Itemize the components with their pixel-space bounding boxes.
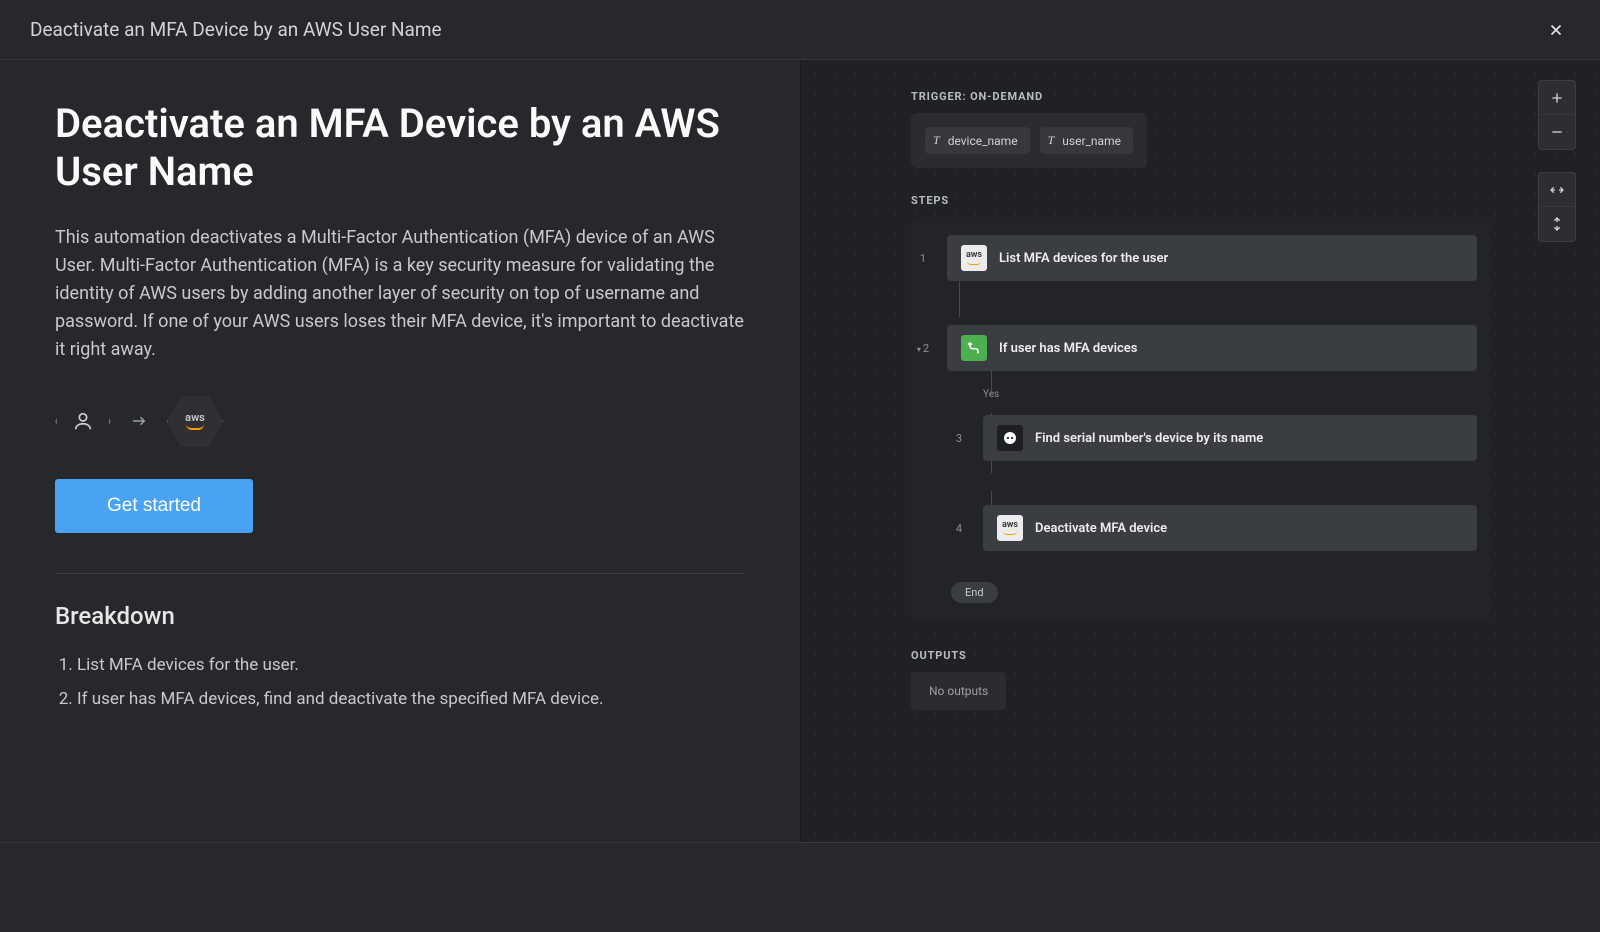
step-number: 3: [947, 432, 971, 445]
close-button[interactable]: [1542, 16, 1570, 44]
step-row[interactable]: 2 If user has MFA devices: [911, 325, 1477, 371]
user-hex-icon: [55, 393, 111, 449]
aws-hex-icon: aws: [167, 393, 223, 449]
person-icon: [72, 410, 94, 432]
step-number: 2: [911, 342, 935, 355]
action-icon: [997, 425, 1023, 451]
end-node[interactable]: End: [951, 582, 998, 603]
branch-label-yes: Yes: [983, 389, 999, 400]
step-label: If user has MFA devices: [999, 341, 1137, 356]
step-row[interactable]: 1 aws List MFA devices for the user: [911, 235, 1477, 281]
condition-icon: [961, 335, 987, 361]
divider: [55, 573, 745, 574]
outputs-empty-state: No outputs: [911, 672, 1006, 710]
trigger-param-chip[interactable]: Tdevice_name: [925, 127, 1030, 154]
steps-card: 1 aws List MFA devices for the user 2: [911, 217, 1491, 621]
step-label: Deactivate MFA device: [1035, 521, 1167, 536]
breakdown-heading: Breakdown: [55, 602, 745, 630]
close-icon: [1547, 21, 1565, 39]
workflow-canvas[interactable]: TRIGGER: ON-DEMAND Tdevice_name Tuser_na…: [800, 60, 1600, 842]
step-number: 1: [911, 252, 935, 265]
step-row[interactable]: Yes 3 Find serial number's device by its…: [911, 415, 1477, 461]
trigger-param-chip[interactable]: Tuser_name: [1040, 127, 1133, 154]
breakdown-list: List MFA devices for the user. If user h…: [55, 648, 745, 716]
trigger-card[interactable]: Tdevice_name Tuser_name: [911, 113, 1147, 168]
get-started-button[interactable]: Get started: [55, 479, 253, 533]
breakdown-item: If user has MFA devices, find and deacti…: [77, 682, 745, 716]
step-number: 4: [947, 522, 971, 535]
modal-footer: [0, 842, 1600, 932]
aws-icon: aws: [961, 245, 987, 271]
modal-title: Deactivate an MFA Device by an AWS User …: [30, 18, 442, 41]
steps-section-label: STEPS: [911, 194, 1540, 207]
integration-flow: aws: [55, 393, 745, 449]
page-description: This automation deactivates a Multi-Fact…: [55, 224, 745, 363]
text-type-icon: T: [1048, 133, 1055, 148]
page-title: Deactivate an MFA Device by an AWS User …: [55, 100, 745, 196]
details-panel: Deactivate an MFA Device by an AWS User …: [0, 60, 800, 842]
outputs-section-label: OUTPUTS: [911, 649, 1540, 662]
step-label: Find serial number's device by its name: [1035, 431, 1263, 446]
aws-icon: aws: [185, 412, 205, 430]
modal-header: Deactivate an MFA Device by an AWS User …: [0, 0, 1600, 60]
breakdown-item: List MFA devices for the user.: [77, 648, 745, 682]
trigger-section-label: TRIGGER: ON-DEMAND: [911, 90, 1540, 103]
aws-icon: aws: [997, 515, 1023, 541]
text-type-icon: T: [933, 133, 940, 148]
flow-arrow-icon: [125, 411, 153, 431]
step-label: List MFA devices for the user: [999, 251, 1168, 266]
step-row[interactable]: 4 aws Deactivate MFA device: [911, 505, 1477, 551]
